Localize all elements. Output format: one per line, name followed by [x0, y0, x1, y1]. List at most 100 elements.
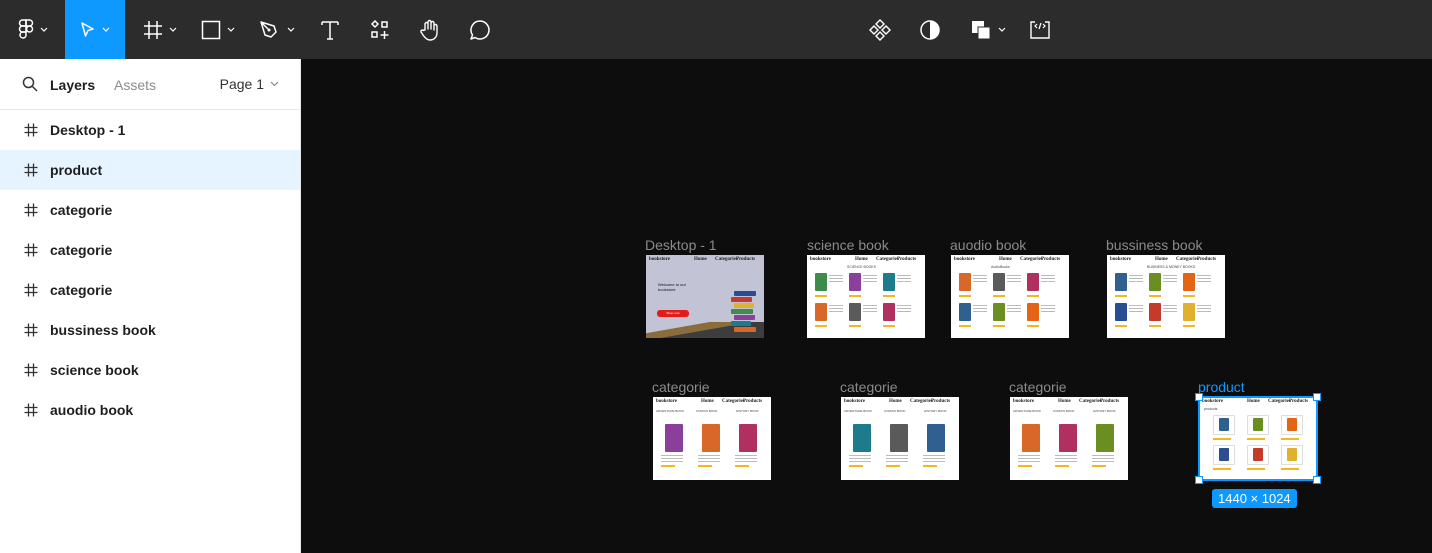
frame-label[interactable]: science book [807, 237, 889, 253]
layer-label: categorie [50, 282, 113, 298]
thumb-stars [1149, 295, 1161, 297]
thumb-brand: bookstore [810, 257, 832, 262]
frame-thumbnail[interactable]: bookstore Home Categories Products ADVENTURE… [841, 397, 959, 480]
layer-item[interactable]: science book [0, 350, 300, 390]
thumb-nav: bookstore Home Categories Products [1107, 255, 1225, 265]
thumb-text-line [1197, 305, 1211, 314]
thumb-nav-item: Products [931, 399, 951, 404]
layer-item[interactable]: categorie [0, 230, 300, 270]
layer-item[interactable]: categorie [0, 270, 300, 310]
thumb-stars [849, 325, 861, 327]
resize-handle[interactable] [1195, 476, 1203, 484]
frame-thumbnail[interactable]: bookstore Home Categories Products AudioBook… [951, 255, 1069, 338]
layer-item[interactable]: product [0, 150, 300, 190]
tab-assets[interactable]: Assets [114, 76, 156, 94]
thumb-nav-item: Products [1100, 399, 1120, 404]
thumb-stars [883, 295, 895, 297]
thumb-stars [815, 325, 827, 327]
thumb-nav: bookstore Home Categories Products [951, 255, 1069, 265]
thumb-text-line [829, 275, 843, 284]
thumb-nav: bookstore Home Categories Products [807, 255, 925, 265]
thumb-book [1027, 273, 1039, 291]
thumb-nav-item: Products [897, 257, 917, 262]
thumb-book [959, 303, 971, 321]
layer-item[interactable]: auodio book [0, 390, 300, 430]
tab-layers[interactable]: Layers [50, 76, 95, 94]
thumb-nav-item: Home [999, 257, 1012, 262]
thumb-text-line [1092, 455, 1114, 462]
thumb-text-line [1007, 305, 1021, 314]
thumb-stars [1183, 295, 1195, 297]
frame-thumbnail[interactable]: bookstore Home Categories Products ADVENTURE… [1010, 397, 1128, 480]
dev-mode-tool-button[interactable] [1020, 0, 1060, 59]
search-icon[interactable] [22, 76, 38, 92]
thumb-stars [1183, 325, 1195, 327]
text-icon [321, 20, 339, 40]
frame-label[interactable]: bussiness book [1106, 237, 1203, 253]
chevron-down-icon [40, 27, 47, 32]
chevron-down-icon [102, 27, 110, 32]
mask-tool-button[interactable] [910, 0, 950, 59]
component-tool-button[interactable] [860, 0, 900, 59]
boolean-tool-button[interactable] [960, 0, 1015, 59]
thumb-book [890, 424, 908, 452]
thumb-nav-item: Categories [910, 399, 933, 404]
selection-box[interactable] [1198, 396, 1318, 481]
hand-tool-button[interactable] [410, 0, 450, 59]
thumb-text-line [863, 275, 877, 284]
thumb-stars [959, 325, 971, 327]
thumb-text-line [863, 305, 877, 314]
frame-thumbnail[interactable]: bookstore Home Categories Products BUSINESS … [1107, 255, 1225, 338]
layer-item[interactable]: categorie [0, 190, 300, 230]
frame-thumbnail[interactable]: bookstore Home Categories Products ADVENTURE… [653, 397, 771, 480]
thumb-brand: bookstore [1013, 399, 1035, 404]
thumb-stars [959, 295, 971, 297]
frame-thumbnail[interactable]: bookstore Home Categories Products SCIENCE B… [807, 255, 925, 338]
panel-header: Layers Assets Page 1 [0, 59, 301, 110]
page-selector[interactable]: Page 1 [220, 76, 279, 92]
comment-tool-button[interactable] [460, 0, 500, 59]
resize-handle[interactable] [1313, 393, 1321, 401]
thumb-stars [849, 465, 863, 467]
thumb-book [702, 424, 720, 452]
frame-label[interactable]: auodio book [950, 237, 1026, 253]
thumb-nav-item: Categories [1079, 399, 1102, 404]
resize-handle[interactable] [1195, 393, 1203, 401]
frame-label[interactable]: categorie [1009, 379, 1067, 395]
thumb-stars [1027, 295, 1039, 297]
shape-tool-button[interactable] [193, 0, 243, 59]
pen-tool-button[interactable] [252, 0, 302, 59]
boolean-icon [971, 20, 990, 39]
thumb-heading: AudioBooks [991, 265, 1010, 269]
frame-thumbnail[interactable]: bookstore Home Categories Products Welcome t… [646, 255, 764, 338]
canvas[interactable]: Desktop - 1 bookstore Home Categories Produc… [301, 59, 1432, 553]
layer-item[interactable]: bussiness book [0, 310, 300, 350]
thumb-nav-item: Products [1041, 257, 1061, 262]
move-tool-button[interactable] [65, 0, 125, 59]
figma-logo-icon [18, 18, 33, 39]
layer-label: Desktop - 1 [50, 122, 126, 138]
frame-label[interactable]: categorie [652, 379, 710, 395]
frame-label[interactable]: categorie [840, 379, 898, 395]
thumb-book [1183, 273, 1195, 291]
main-menu-button[interactable] [0, 0, 65, 59]
resize-handle[interactable] [1313, 476, 1321, 484]
frame-tool-button[interactable] [135, 0, 185, 59]
thumb-book [731, 309, 753, 314]
thumb-book [1149, 273, 1161, 291]
thumb-text-line [1007, 275, 1021, 284]
frame-label[interactable]: product [1198, 379, 1245, 395]
text-tool-button[interactable] [310, 0, 350, 59]
frame-label[interactable]: Desktop - 1 [645, 237, 717, 253]
thumb-stars [993, 295, 1005, 297]
resources-tool-button[interactable] [360, 0, 400, 59]
layer-item[interactable]: Desktop - 1 [0, 110, 300, 150]
layer-label: product [50, 162, 103, 178]
frame-icon [24, 243, 38, 257]
thumb-book [849, 273, 861, 291]
thumb-book [1115, 303, 1127, 321]
thumb-text-line [1163, 305, 1177, 314]
resources-icon [370, 19, 389, 39]
thumb-heading: BUSINESS & MONEY BOOKS [1147, 265, 1196, 269]
chevron-down-icon [169, 27, 177, 32]
